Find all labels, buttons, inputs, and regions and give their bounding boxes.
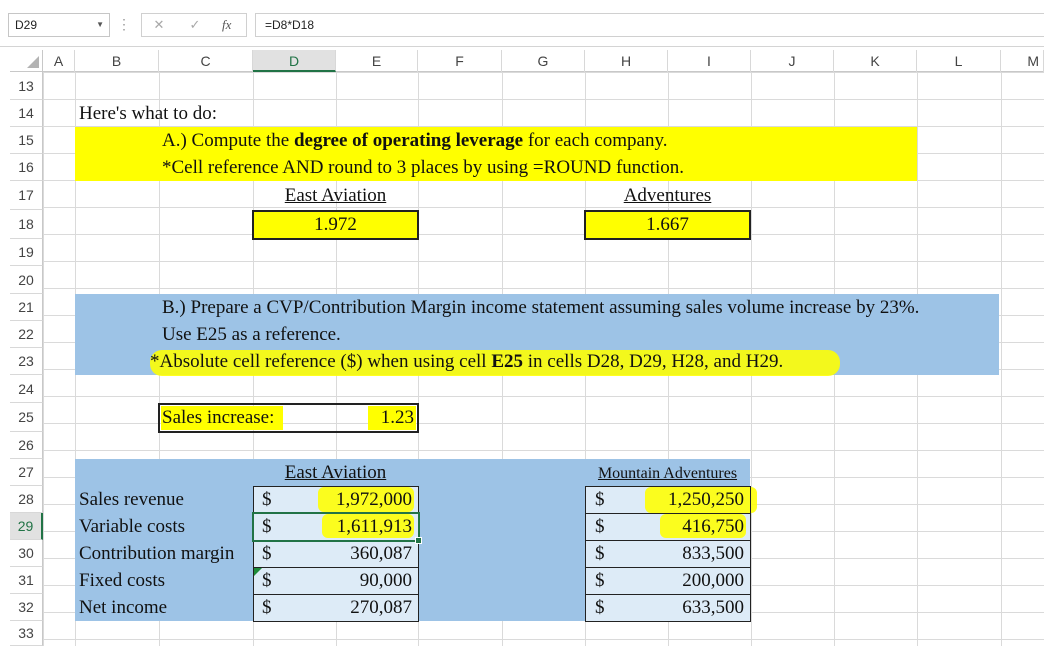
column-header-bar: A B C D E F G H I J K L M xyxy=(43,50,1044,72)
dol-east-value: 1.972 xyxy=(314,214,357,235)
row-header-13[interactable]: 13 xyxy=(10,72,43,100)
partB-line3-suffix: in cells D28, D29, H28, and H29. xyxy=(523,351,784,372)
error-indicator-icon[interactable] xyxy=(254,568,262,576)
column-header-h[interactable]: H xyxy=(585,50,668,72)
column-header-f[interactable]: F xyxy=(418,50,502,72)
mountain-value[interactable]: 200,000 xyxy=(620,567,744,594)
row-header-26[interactable]: 26 xyxy=(10,432,43,459)
row-header-19[interactable]: 19 xyxy=(10,239,43,266)
statement-row-label: Variable costs xyxy=(79,516,186,537)
partA-prefix: A.) Compute the xyxy=(162,130,294,151)
east-value[interactable]: 1,972,000 xyxy=(290,486,412,513)
column-header-i[interactable]: I xyxy=(668,50,751,72)
partB-line3-bold: E25 xyxy=(491,351,524,372)
partA-instruction: A.) Compute the degree of operating leve… xyxy=(162,127,667,154)
cancel-icon[interactable]: ✕ xyxy=(147,13,171,37)
sales-increase-value[interactable]: 1.23 xyxy=(336,404,414,431)
column-header-m[interactable]: M xyxy=(1001,50,1044,72)
column-header-d[interactable]: D xyxy=(253,50,336,72)
east-value[interactable]: 270,087 xyxy=(290,594,412,621)
column-header-k[interactable]: K xyxy=(834,50,917,72)
column-header-g[interactable]: G xyxy=(502,50,585,72)
chevron-down-icon[interactable]: ▼ xyxy=(96,14,104,36)
name-box-value: D29 xyxy=(15,18,38,32)
mountain-value[interactable]: 833,500 xyxy=(620,540,744,567)
east-currency: $ xyxy=(262,489,272,510)
east-value[interactable]: 360,087 xyxy=(290,540,412,567)
row-header-24[interactable]: 24 xyxy=(10,375,43,403)
east-header: East Aviation xyxy=(284,462,387,483)
mountain-header: Mountain Adventures xyxy=(597,465,738,482)
mountain-currency: $ xyxy=(595,489,605,510)
mountain-value[interactable]: 633,500 xyxy=(620,594,744,621)
row-header-25[interactable]: 25 xyxy=(10,403,43,432)
mountain-currency: $ xyxy=(595,597,605,618)
row-header-15[interactable]: 15 xyxy=(10,127,43,154)
partB-line3-prefix: *Absolute cell reference ($) when using … xyxy=(150,351,492,372)
east-currency: $ xyxy=(262,543,272,564)
column-header-e[interactable]: E xyxy=(336,50,418,72)
sales-increase-label: Sales increase: xyxy=(162,407,275,428)
column-header-a[interactable]: A xyxy=(43,50,75,72)
row-header-32[interactable]: 32 xyxy=(10,594,43,621)
select-all-icon xyxy=(27,56,39,68)
partA-note: *Cell reference AND round to 3 places by… xyxy=(162,157,685,178)
partA-suffix: for each company. xyxy=(523,130,668,151)
row-header-17[interactable]: 17 xyxy=(10,181,43,210)
intro-text: Here's what to do: xyxy=(79,103,217,124)
partB-line1: B.) Prepare a CVP/Contribution Margin in… xyxy=(162,297,920,318)
enter-icon[interactable]: ✓ xyxy=(183,13,207,37)
statement-row-label: Fixed costs xyxy=(79,570,166,591)
select-all-button[interactable] xyxy=(10,50,43,72)
column-header-c[interactable]: C xyxy=(159,50,253,72)
dol-adventures-label: Adventures xyxy=(623,185,712,206)
row-header-31[interactable]: 31 xyxy=(10,567,43,594)
row-header-22[interactable]: 22 xyxy=(10,321,43,348)
row-header-29[interactable]: 29 xyxy=(10,513,43,540)
row-header-14[interactable]: 14 xyxy=(10,100,43,127)
row-header-33[interactable]: 33 xyxy=(10,621,43,646)
mountain-currency: $ xyxy=(595,516,605,537)
dol-east-label: East Aviation xyxy=(284,185,387,206)
row-header-30[interactable]: 30 xyxy=(10,540,43,567)
column-header-l[interactable]: L xyxy=(917,50,1001,72)
row-header-20[interactable]: 20 xyxy=(10,266,43,294)
statement-row-label: Sales revenue xyxy=(79,489,184,510)
formula-bar: D29 ▼ ⋮ ✕ ✓ fx =D8*D18 xyxy=(0,0,1044,47)
insert-function-icon[interactable]: fx xyxy=(222,13,231,37)
partB-line3: *Absolute cell reference ($) when using … xyxy=(150,348,783,375)
more-options-icon[interactable]: ⋮ xyxy=(117,14,131,34)
row-header-28[interactable]: 28 xyxy=(10,486,43,513)
row-header-16[interactable]: 16 xyxy=(10,154,43,181)
east-currency: $ xyxy=(262,570,272,591)
east-currency: $ xyxy=(262,597,272,618)
mountain-currency: $ xyxy=(595,570,605,591)
partB-line2: Use E25 as a reference. xyxy=(162,324,341,345)
statement-row-label: Contribution margin xyxy=(79,543,235,564)
column-header-b[interactable]: B xyxy=(75,50,159,72)
fill-handle[interactable] xyxy=(415,537,422,544)
formula-input[interactable]: =D8*D18 xyxy=(255,13,1044,37)
row-header-27[interactable]: 27 xyxy=(10,459,43,486)
row-header-23[interactable]: 23 xyxy=(10,348,43,375)
east-value[interactable]: 90,000 xyxy=(290,567,412,594)
column-header-j[interactable]: J xyxy=(751,50,834,72)
mountain-currency: $ xyxy=(595,543,605,564)
statement-row-label: Net income xyxy=(79,597,168,618)
partA-bold: degree of operating leverage xyxy=(293,130,524,151)
row-header-21[interactable]: 21 xyxy=(10,294,43,321)
dol-adventures-value: 1.667 xyxy=(646,214,689,235)
name-box[interactable]: D29 ▼ xyxy=(8,13,110,37)
gridline xyxy=(1001,72,1002,646)
mountain-value[interactable]: 1,250,250 xyxy=(620,486,744,513)
row-header-18[interactable]: 18 xyxy=(10,210,43,239)
active-cell-selection[interactable] xyxy=(252,512,420,542)
mountain-value[interactable]: 416,750 xyxy=(620,513,744,540)
